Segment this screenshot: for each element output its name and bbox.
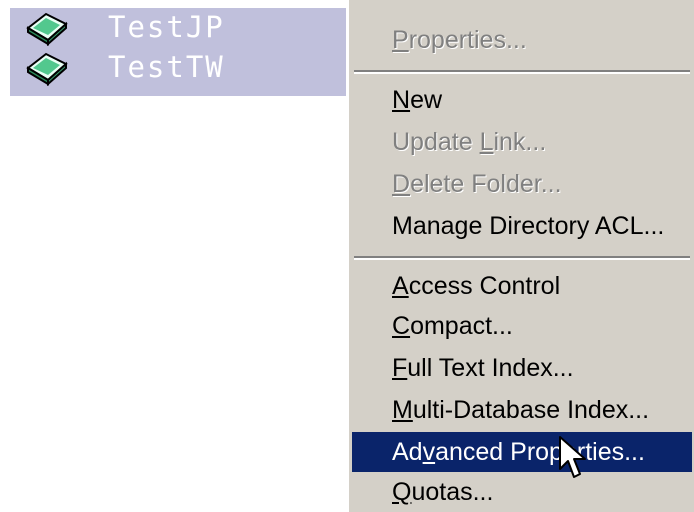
menu-mnemonic: D [392,170,411,198]
database-book-icon [26,12,68,46]
menu-item-label: Ad [392,438,423,466]
menu-item-label: Update [392,128,480,156]
menu-item-label: e Directory ACL... [468,212,665,240]
tree-item-testtw[interactable]: TestTW [10,48,346,88]
menu-mnemonic: F [392,354,408,382]
menu-item-label: ink... [493,128,547,156]
menu-mnemonic: M [392,396,413,424]
database-book-icon [26,52,68,86]
menu-item-compact[interactable]: Compact... [352,306,692,346]
menu-item-label: uotas... [411,478,494,506]
menu-item-label: Mana [392,212,455,240]
arrow-cursor-icon [559,436,586,478]
menu-item-new[interactable]: New [352,80,692,120]
menu-item-access-control[interactable]: Access Control [352,266,692,306]
menu-separator [354,256,690,260]
menu-item-label: ccess Control [408,272,561,300]
menu-item-label: ull Text Index... [407,354,574,382]
menu-item-label: elete Folder... [410,170,562,198]
menu-item-full-text-index[interactable]: Full Text Index... [352,348,692,388]
menu-mnemonic: A [392,272,409,300]
menu-item-label: anced Properties... [435,438,645,466]
menu-item-label: ulti-Database Index... [412,396,650,424]
menu-item-delete-folder[interactable]: Delete Folder... [352,164,692,204]
menu-item-label: ew [410,86,443,114]
menu-item-label: roperties... [408,26,527,54]
tree-item-label: TestJP [108,10,225,44]
menu-item-manage-directory-acl[interactable]: Manage Directory ACL... [352,206,692,246]
tree-item-label: TestTW [108,50,225,84]
menu-mnemonic: C [392,312,411,340]
menu-mnemonic: g [454,212,469,240]
menu-mnemonic: P [392,26,409,54]
menu-item-advanced-properties[interactable]: Advanced Properties... [352,432,692,472]
tree-item-testjp[interactable]: TestJP [10,8,346,48]
menu-mnemonic: N [392,86,411,114]
menu-mnemonic: Q [392,478,412,506]
menu-item-properties[interactable]: Properties... [352,20,692,60]
menu-item-update-link[interactable]: Update Link... [352,122,692,162]
database-tree: TestJP TestTW [10,8,346,96]
menu-item-quotas[interactable]: Quotas... [352,472,692,512]
context-menu: Properties... New Update Link... Delete … [346,0,694,512]
menu-mnemonic: v [422,438,436,466]
menu-separator [354,70,690,74]
menu-mnemonic: L [479,128,494,156]
menu-item-multi-database-index[interactable]: Multi-Database Index... [352,390,692,430]
menu-item-label: ompact... [410,312,513,340]
